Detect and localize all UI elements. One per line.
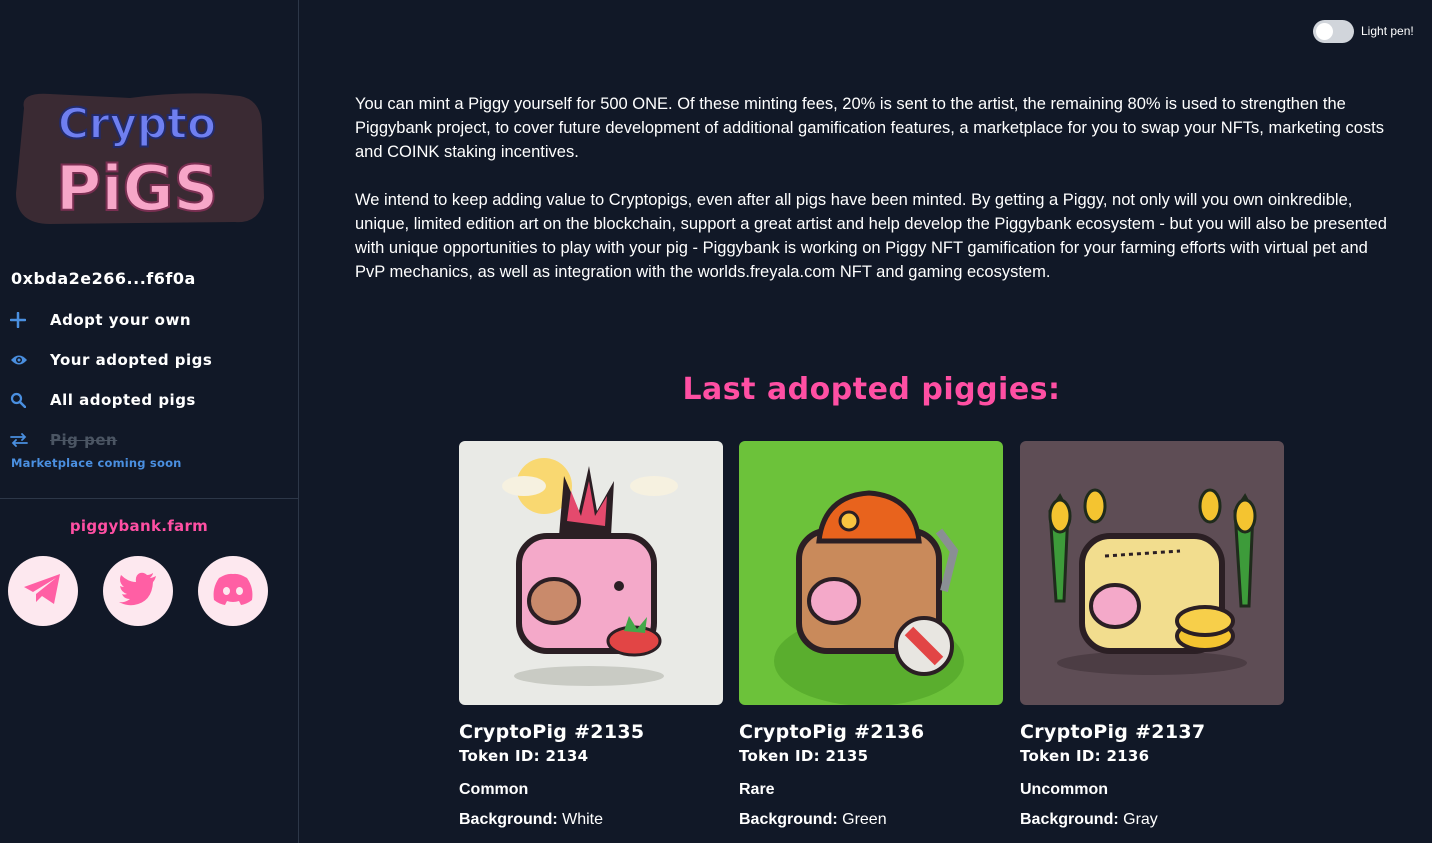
plus-icon	[10, 312, 50, 328]
minting-info-paragraph: You can mint a Piggy yourself for 500 ON…	[355, 95, 1385, 161]
marketplace-note: Marketplace coming soon	[11, 456, 182, 470]
piggybank-farm-link[interactable]: piggybank.farm	[0, 517, 278, 535]
pig-rarity: Rare	[739, 781, 775, 798]
background-value: Gray	[1123, 811, 1158, 828]
pig-card[interactable]: CryptoPig #2136 Token ID: 2135 Rare Back…	[739, 441, 1004, 829]
sidebar: Crypto PiGS 0xbda2e266...f6f0a Adopt you…	[0, 0, 299, 843]
sidebar-divider	[0, 498, 299, 499]
nav-label: All adopted pigs	[50, 391, 196, 409]
nav-all-adopted-pigs[interactable]: All adopted pigs	[10, 388, 196, 412]
background-label: Background:	[1020, 811, 1119, 828]
nav-label: Your adopted pigs	[50, 351, 213, 369]
pig-image[interactable]	[1020, 441, 1284, 705]
pig-card[interactable]: CryptoPig #2137 Token ID: 2136 Uncommon …	[1020, 441, 1285, 829]
search-icon	[10, 392, 50, 408]
pig-rarity: Uncommon	[1020, 781, 1108, 798]
background-value: Green	[842, 811, 887, 828]
pig-rarity: Common	[459, 781, 529, 798]
background-value: White	[562, 811, 604, 828]
eye-icon	[10, 353, 50, 367]
pig-background: Background: Green	[739, 811, 1004, 829]
pig-name: CryptoPig #2136	[739, 721, 925, 743]
light-mode-toggle[interactable]	[1313, 20, 1354, 43]
pig-name: CryptoPig #2137	[1020, 721, 1206, 743]
pig-token-id: Token ID: 2136	[1020, 747, 1150, 765]
telegram-icon	[22, 572, 64, 610]
swap-arrows-icon	[10, 433, 50, 447]
logo-line2: PiGS	[56, 152, 218, 225]
pig-name: CryptoPig #2135	[459, 721, 645, 743]
discord-button[interactable]	[198, 556, 268, 626]
pig-background: Background: Gray	[1020, 811, 1285, 829]
discord-icon	[211, 572, 255, 610]
nav-adopt-your-own[interactable]: Adopt your own	[10, 308, 191, 332]
pig-image[interactable]	[459, 441, 723, 705]
background-label: Background:	[739, 811, 838, 828]
nav-label: Pig pen	[50, 431, 118, 449]
nav-your-adopted-pigs[interactable]: Your adopted pigs	[10, 348, 212, 372]
twitter-icon	[118, 572, 158, 610]
telegram-button[interactable]	[8, 556, 78, 626]
pig-token-id: Token ID: 2135	[739, 747, 869, 765]
wallet-address[interactable]: 0xbda2e266...f6f0a	[11, 269, 196, 288]
pig-background: Background: White	[459, 811, 724, 829]
pig-card[interactable]: CryptoPig #2135 Token ID: 2134 Common Ba…	[459, 441, 724, 829]
section-title: Last adopted piggies:	[682, 372, 1061, 407]
logo-line1: Crypto	[58, 99, 216, 148]
pig-image[interactable]	[739, 441, 1003, 705]
nav-label: Adopt your own	[50, 311, 192, 329]
toggle-knob	[1316, 23, 1333, 40]
nav-pig-pen: Pig pen	[10, 428, 117, 452]
cryptopigs-logo[interactable]: Crypto PiGS	[10, 88, 264, 226]
pig-token-id: Token ID: 2134	[459, 747, 589, 765]
background-label: Background:	[459, 811, 558, 828]
twitter-button[interactable]	[103, 556, 173, 626]
value-info-paragraph: We intend to keep adding value to Crypto…	[355, 191, 1387, 281]
toggle-label: Light pen!	[1361, 24, 1414, 38]
